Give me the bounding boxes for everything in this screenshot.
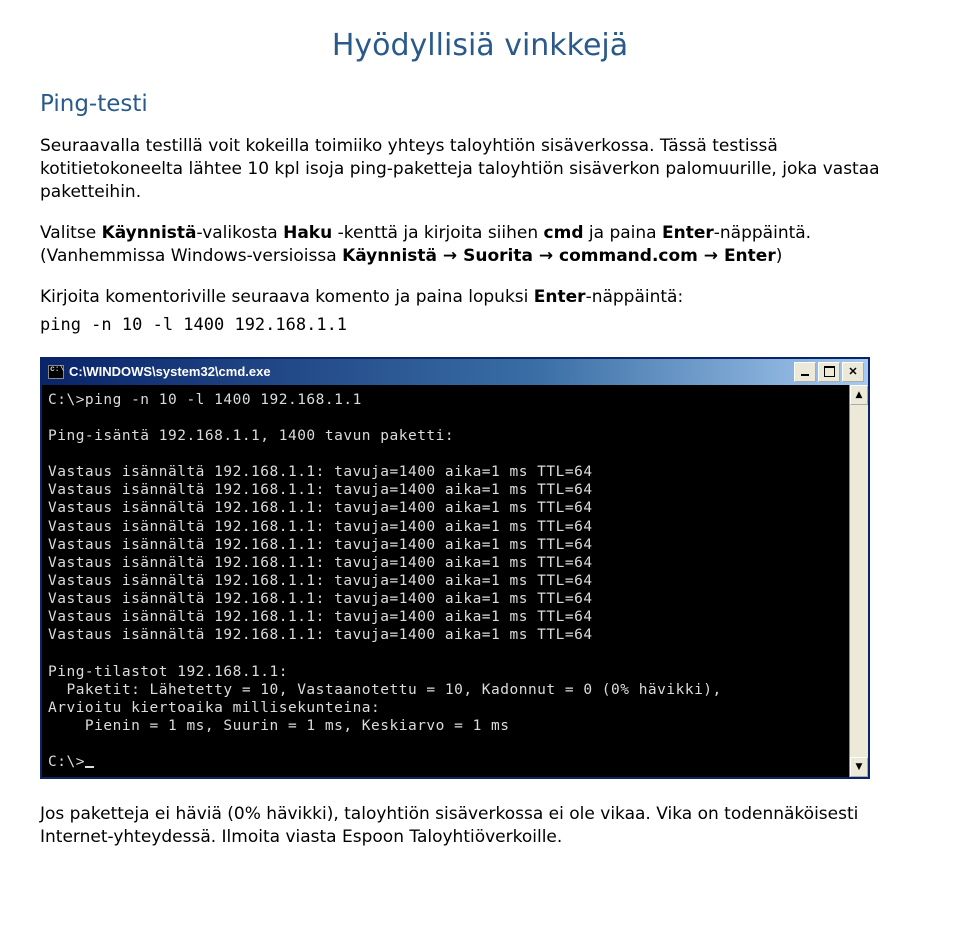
text: -valikosta — [197, 223, 284, 243]
minimize-icon — [801, 374, 809, 376]
bold: Haku — [283, 223, 332, 243]
paragraph-instructions-1: Valitse Käynnistä-valikosta Haku -kenttä… — [40, 222, 920, 268]
paragraph-footer: Jos paketteja ei häviä (0% hävikki), tal… — [40, 803, 920, 849]
minimize-button[interactable] — [794, 362, 816, 382]
text: Valitse — [40, 223, 102, 243]
maximize-button[interactable] — [818, 362, 840, 382]
paragraph-instructions-2: Kirjoita komentoriville seuraava komento… — [40, 286, 920, 309]
scrollbar[interactable]: ▲ ▼ — [849, 385, 868, 778]
bold: Enter — [662, 223, 714, 243]
bold: cmd — [544, 223, 584, 243]
bold: Käynnistä — [102, 223, 197, 243]
scroll-up-button[interactable]: ▲ — [850, 385, 868, 405]
text: ) — [776, 246, 783, 266]
console-output[interactable]: C:\>ping -n 10 -l 1400 192.168.1.1 Ping-… — [42, 385, 849, 778]
command-example: ping -n 10 -l 1400 192.168.1.1 — [40, 315, 920, 335]
titlebar[interactable]: c:\ C:\WINDOWS\system32\cmd.exe ✕ — [42, 359, 868, 385]
close-button[interactable]: ✕ — [842, 362, 864, 382]
text: -näppäintä: — [586, 287, 684, 307]
text: -kenttä ja kirjoita siihen — [332, 223, 543, 243]
close-icon: ✕ — [848, 365, 857, 378]
scroll-down-button[interactable]: ▼ — [850, 757, 868, 777]
text: Kirjoita komentoriville seuraava komento… — [40, 287, 534, 307]
section-subtitle: Ping-testi — [40, 91, 920, 117]
cursor — [85, 766, 94, 768]
page-title: Hyödyllisiä vinkkejä — [40, 28, 920, 63]
bold: Käynnistä → Suorita → command.com → Ente… — [342, 246, 776, 266]
maximize-icon — [824, 366, 835, 377]
window-caption: C:\WINDOWS\system32\cmd.exe — [69, 364, 792, 379]
cmd-icon: c:\ — [48, 365, 64, 379]
cmd-window: c:\ C:\WINDOWS\system32\cmd.exe ✕ C:\>pi… — [40, 357, 870, 780]
paragraph-intro: Seuraavalla testillä voit kokeilla toimi… — [40, 135, 920, 204]
bold: Enter — [534, 287, 586, 307]
scroll-track[interactable] — [850, 405, 868, 758]
text: ja paina — [584, 223, 662, 243]
